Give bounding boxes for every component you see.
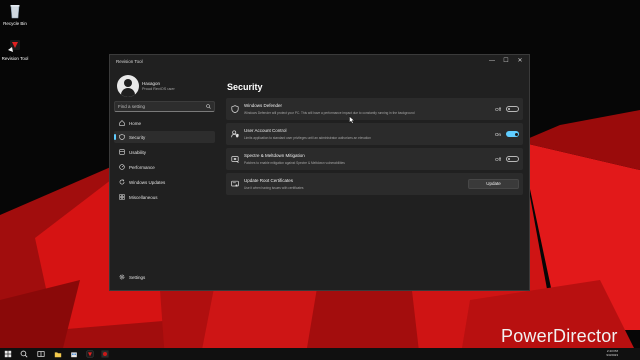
active-indicator [114,134,116,140]
sidebar-item-label: Security [129,134,146,140]
title-bar[interactable]: Revision Tool — ☐ ✕ [110,55,529,68]
desktop-icon-revision-tool[interactable]: Revision Tool [0,38,30,61]
windows-update-icon [119,179,125,185]
setting-description: Limits application to standard user priv… [244,135,371,140]
setting-card-user-account-control: User Account Control Limits application … [226,123,523,145]
setting-title: Windows Defender [244,103,283,108]
sidebar-item-label: Home [129,120,142,126]
sidebar-item-usability[interactable]: Usability [114,146,215,158]
gear-icon [119,274,125,280]
toggle-state-label: Off [495,107,501,112]
sidebar-item-windows-updates[interactable]: Windows Updates [114,176,215,188]
revision-tool-icon [7,38,23,54]
desktop-icon-recycle-bin[interactable]: Recycle Bin [0,3,30,26]
miscellaneous-icon [119,194,125,200]
task-view-icon[interactable] [37,350,45,358]
user-name: Haxagon [142,81,161,86]
search-box [114,101,215,112]
tray-clock[interactable]: 2:43 PM 9/3/2023 [606,349,618,357]
desktop-icon-label: Recycle Bin [3,21,27,26]
toggle-state-label: Off [495,157,501,162]
sidebar-item-miscellaneous[interactable]: Miscellaneous [114,191,215,203]
sidebar-item-label: Usability [129,149,147,155]
sidebar-item-label: Miscellaneous [129,194,158,200]
revision-tool-taskbar-icon[interactable] [86,350,94,358]
sidebar-item-settings[interactable]: Settings [114,271,215,283]
spectre-meltdown-toggle[interactable] [506,156,519,162]
search-input[interactable] [118,102,202,111]
user-subtitle: Proud ReviOS user [142,87,175,91]
sidebar-item-label: Windows Updates [129,179,166,185]
minimize-button[interactable]: — [485,56,499,66]
shield-icon [119,134,125,140]
certificate-icon [231,180,239,187]
revision-tool-window: Revision Tool — ☐ ✕ Haxagon Proud ReviOS… [109,54,530,291]
watermark: PowerDirector [501,326,618,346]
user-account-icon [231,130,239,138]
file-explorer-icon[interactable] [54,350,62,358]
windows-defender-toggle[interactable] [506,106,519,112]
sidebar-item-label: Performance [129,164,155,170]
shield-icon [231,105,239,113]
setting-card-root-certificates: Update Root Certificates Use it when hav… [226,173,523,195]
sidebar-item-home[interactable]: Home [114,117,215,129]
window-title: Revision Tool [116,59,143,64]
performance-icon [119,164,125,170]
user-account-control-toggle[interactable] [506,131,519,137]
desktop-icon-label: Revision Tool [1,56,29,61]
close-button[interactable]: ✕ [513,56,527,66]
sidebar-item-security[interactable]: Security [114,131,215,143]
windows-start-icon[interactable] [4,350,12,358]
sidebar-item-performance[interactable]: Performance [114,161,215,173]
setting-card-windows-defender: Windows Defender Windows Defender will p… [226,98,523,120]
user-profile: Haxagon Proud ReviOS user [117,75,217,103]
toggle-state-label: On [494,132,501,137]
avatar [117,75,139,97]
home-icon [119,120,125,126]
setting-title: Update Root Certificates [244,178,294,183]
search-icon[interactable] [206,104,211,109]
setting-description: Patches to enable mitigation against Spe… [244,160,345,165]
usability-icon [119,149,125,155]
running-app-icon[interactable] [101,350,109,358]
page-title: Security [227,82,263,92]
tray-date: 9/3/2023 [606,353,618,357]
setting-description: Windows Defender will protect your PC. T… [244,110,415,115]
setting-title: User Account Control [244,128,287,133]
maximize-button[interactable]: ☐ [499,56,513,66]
search-icon[interactable] [20,350,28,358]
setting-description: Use it when having issues with certifica… [244,185,304,190]
setting-title: Spectre & Meltdown Mitigation [244,153,305,158]
store-icon[interactable] [70,350,78,358]
mouse-cursor [349,116,355,124]
setting-card-spectre-meltdown: Spectre & Meltdown Mitigation Patches to… [226,148,523,170]
taskbar: 2:43 PM 9/3/2023 [0,348,640,360]
sidebar-item-label: Settings [129,274,146,280]
update-button[interactable]: Update [468,179,519,189]
chip-icon [231,156,239,163]
recycle-bin-icon [7,3,23,19]
